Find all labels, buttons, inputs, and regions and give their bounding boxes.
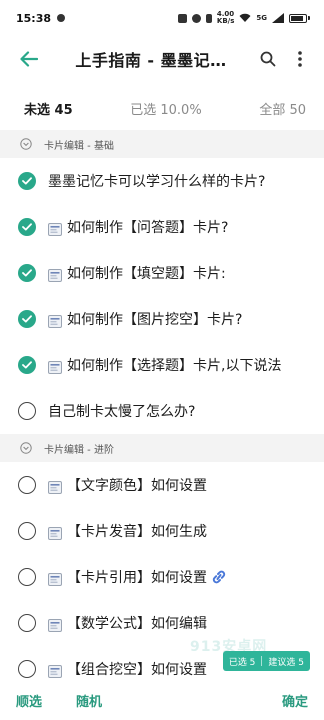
list-item-label: 如何制作【选择题】卡片,以下说法 <box>67 358 282 374</box>
bottom-bar: 顺选 随机 确定 <box>0 680 324 720</box>
list-item-label: 如何制作【图片挖空】卡片? <box>67 312 243 328</box>
unchecked-circle-icon[interactable] <box>18 476 36 494</box>
badge-divider <box>261 656 263 666</box>
checked-circle-icon[interactable] <box>18 264 36 282</box>
list-item[interactable]: 如何制作【选择题】卡片,以下说法 <box>0 342 324 388</box>
list-item-label: 【卡片引用】如何设置 <box>67 570 207 586</box>
filter-tabs: 未选 45 已选 10.0% 全部 50 <box>0 86 324 130</box>
list-item-label: 墨墨记忆卡可以学习什么样的卡片? <box>48 174 266 190</box>
list-item[interactable]: 【文字颜色】如何设置 <box>0 462 324 508</box>
list-item-label: 【卡片发音】如何生成 <box>67 524 207 540</box>
alarm-icon <box>177 13 187 23</box>
card-icon <box>48 571 62 586</box>
card-icon <box>48 221 62 236</box>
list-item[interactable]: 【数学公式】如何编辑 <box>0 600 324 646</box>
collapse-chevron-icon <box>20 442 32 454</box>
checked-circle-icon[interactable] <box>18 310 36 328</box>
card-icon <box>48 313 62 328</box>
list-item[interactable]: 如何制作【问答题】卡片? <box>0 204 324 250</box>
search-button[interactable] <box>252 43 284 75</box>
tab-all[interactable]: 全部 50 <box>259 99 306 118</box>
status-bar: 15:38 4.00 KB/s 5G <box>0 0 324 36</box>
search-icon <box>260 51 276 67</box>
unchecked-circle-icon[interactable] <box>18 522 36 540</box>
more-button[interactable] <box>284 43 316 75</box>
list-item-label: 如何制作【问答题】卡片? <box>67 220 229 236</box>
arrow-left-icon <box>20 51 38 67</box>
confirm-button[interactable]: 确定 <box>282 695 308 710</box>
card-list: 卡片编辑 - 基础墨墨记忆卡可以学习什么样的卡片? 如何制作【问答题】卡片? 如何制… <box>0 130 324 692</box>
list-item[interactable]: 【卡片发音】如何生成 <box>0 508 324 554</box>
bluetooth-icon <box>205 13 212 23</box>
unchecked-circle-icon[interactable] <box>18 568 36 586</box>
wifi-icon <box>239 13 251 22</box>
unchecked-circle-icon[interactable] <box>18 402 36 420</box>
card-icon <box>48 663 62 678</box>
list-item[interactable]: 如何制作【填空题】卡片: <box>0 250 324 296</box>
list-item-label: 【数学公式】如何编辑 <box>67 616 207 632</box>
battery-icon <box>289 13 310 23</box>
suggest-badge[interactable]: 已选 5 建议选 5 <box>222 651 310 671</box>
checked-circle-icon[interactable] <box>18 356 36 374</box>
list-item[interactable]: 自己制卡太慢了怎么办? <box>0 388 324 434</box>
link-icon <box>211 570 227 584</box>
clock: 15:38 <box>16 11 52 25</box>
card-icon <box>48 267 62 282</box>
unchecked-circle-icon[interactable] <box>18 614 36 632</box>
network-type: 5G <box>256 13 267 22</box>
section-header[interactable]: 卡片编辑 - 基础 <box>0 130 324 158</box>
tab-unselected[interactable]: 未选 45 <box>24 99 73 118</box>
random-select-button[interactable]: 随机 <box>76 691 102 710</box>
app-bar: 上手指南 - 墨墨记… <box>0 36 324 82</box>
section-title: 卡片编辑 - 进阶 <box>44 444 114 456</box>
page-title: 上手指南 - 墨墨记… <box>75 51 227 70</box>
list-item-label: 如何制作【填空题】卡片: <box>67 266 226 282</box>
selected-count: 已选 5 <box>228 657 256 668</box>
back-button[interactable] <box>14 44 44 74</box>
list-item-label: 自己制卡太慢了怎么办? <box>48 404 196 420</box>
mute-icon <box>191 13 201 23</box>
card-icon <box>48 617 62 632</box>
list-item[interactable]: 如何制作【图片挖空】卡片? <box>0 296 324 342</box>
sequential-select-button[interactable]: 顺选 <box>16 691 42 710</box>
section-title: 卡片编辑 - 基础 <box>44 140 114 152</box>
collapse-chevron-icon <box>20 138 32 150</box>
list-item[interactable]: 墨墨记忆卡可以学习什么样的卡片? <box>0 158 324 204</box>
suggested-count: 建议选 5 <box>268 657 304 668</box>
more-vertical-icon <box>298 51 302 67</box>
tab-selected[interactable]: 已选 10.0% <box>130 99 201 118</box>
unchecked-circle-icon[interactable] <box>18 660 36 678</box>
list-item-label: 【组合挖空】如何设置 <box>67 662 207 678</box>
notification-icon <box>57 14 66 22</box>
list-item[interactable]: 【卡片引用】如何设置 <box>0 554 324 600</box>
card-icon <box>48 359 62 374</box>
card-icon <box>48 479 62 494</box>
checked-circle-icon[interactable] <box>18 172 36 190</box>
list-item-label: 【文字颜色】如何设置 <box>67 478 207 494</box>
network-speed: 4.00 KB/s <box>216 10 235 25</box>
card-icon <box>48 525 62 540</box>
signal-icon <box>272 13 284 23</box>
checked-circle-icon[interactable] <box>18 218 36 236</box>
section-header[interactable]: 卡片编辑 - 进阶 <box>0 434 324 462</box>
